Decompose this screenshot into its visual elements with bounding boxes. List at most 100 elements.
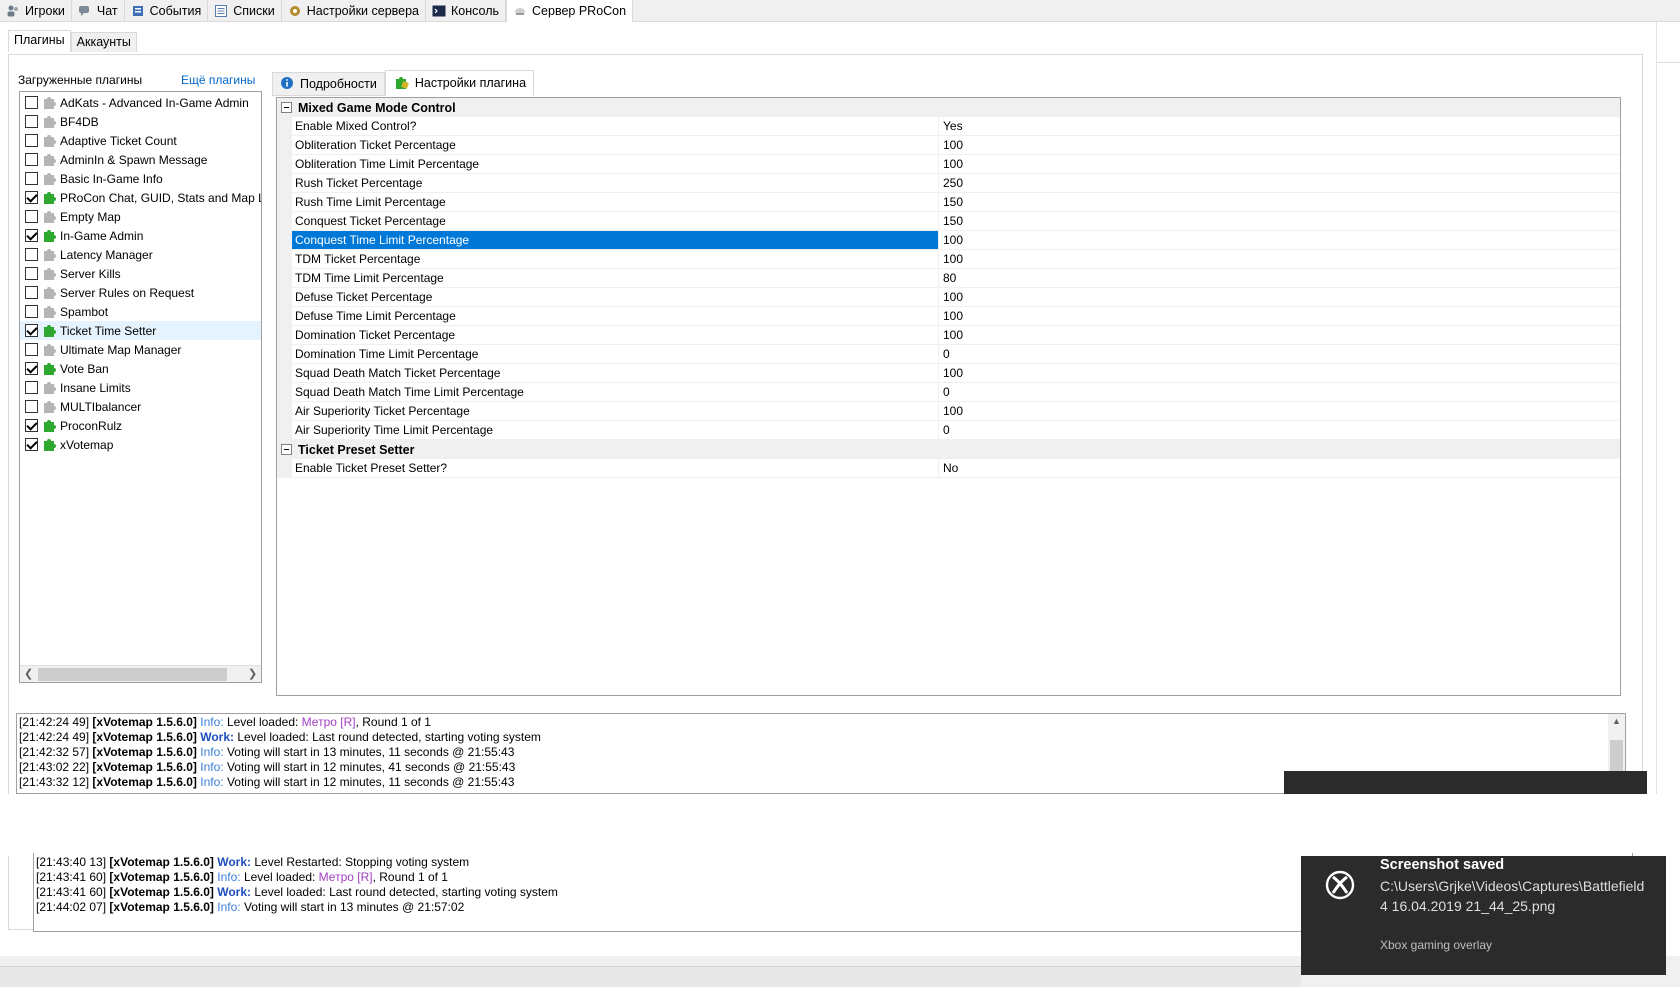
setting-value[interactable]: Yes (939, 117, 1620, 136)
plugin-item[interactable]: xVotemap (20, 435, 261, 454)
setting-name[interactable]: Defuse Time Limit Percentage (292, 307, 939, 326)
setting-row[interactable]: Conquest Time Limit Percentage 100 (277, 231, 1620, 250)
plugin-checkbox[interactable] (25, 210, 38, 223)
setting-name[interactable]: TDM Ticket Percentage (292, 250, 939, 269)
setting-row[interactable]: TDM Time Limit Percentage 80 (277, 269, 1620, 288)
setting-value[interactable]: No (939, 459, 1620, 478)
setting-name[interactable]: Squad Death Match Ticket Percentage (292, 364, 939, 383)
setting-name[interactable]: Domination Ticket Percentage (292, 326, 939, 345)
setting-row[interactable]: Squad Death Match Ticket Percentage 100 (277, 364, 1620, 383)
setting-name[interactable]: TDM Time Limit Percentage (292, 269, 939, 288)
plugin-checkbox[interactable] (25, 267, 38, 280)
plugin-checkbox[interactable] (25, 115, 38, 128)
setting-row[interactable]: Domination Time Limit Percentage 0 (277, 345, 1620, 364)
more-plugins-link[interactable]: Ещё плагины (181, 73, 255, 87)
setting-value[interactable]: 100 (939, 326, 1620, 345)
setting-value[interactable]: 0 (939, 421, 1620, 440)
plugin-checkbox[interactable] (25, 248, 38, 261)
setting-value[interactable]: 100 (939, 155, 1620, 174)
plugin-checkbox[interactable] (25, 172, 38, 185)
tab-players[interactable]: Игроки (0, 0, 72, 21)
plugin-checkbox[interactable] (25, 438, 38, 451)
tab-details[interactable]: Подробности (272, 72, 385, 96)
plugin-list[interactable]: AdKats - Advanced In-Game Admin BF4DB Adap… (19, 91, 262, 683)
setting-row[interactable]: Squad Death Match Time Limit Percentage 0 (277, 383, 1620, 402)
plugin-checkbox[interactable] (25, 343, 38, 356)
plugin-item[interactable]: Spambot (20, 302, 261, 321)
plugin-checkbox[interactable] (25, 153, 38, 166)
plugin-item[interactable]: Server Kills (20, 264, 261, 283)
plugin-settings-grid[interactable]: Mixed Game Mode Control Enable Mixed Cont… (276, 97, 1621, 696)
settings-group-header[interactable]: Ticket Preset Setter (277, 440, 1620, 459)
plugin-item[interactable]: In-Game Admin (20, 226, 261, 245)
setting-row[interactable]: Enable Ticket Preset Setter? No (277, 459, 1620, 478)
setting-name[interactable]: Rush Ticket Percentage (292, 174, 939, 193)
setting-value[interactable]: 100 (939, 307, 1620, 326)
plugin-checkbox[interactable] (25, 305, 38, 318)
screenshot-toast[interactable]: Screenshot saved C:\Users\Grjke\Videos\C… (1301, 856, 1666, 975)
plugin-item[interactable]: Adaptive Ticket Count (20, 131, 261, 150)
setting-name[interactable]: Air Superiority Time Limit Percentage (292, 421, 939, 440)
scroll-thumb[interactable] (38, 668, 227, 681)
plugin-item[interactable]: Basic In-Game Info (20, 169, 261, 188)
setting-row[interactable]: Defuse Time Limit Percentage 100 (277, 307, 1620, 326)
plugin-checkbox[interactable] (25, 229, 38, 242)
plugin-checkbox[interactable] (25, 96, 38, 109)
collapse-icon[interactable] (281, 102, 292, 113)
setting-value[interactable]: 80 (939, 269, 1620, 288)
setting-name[interactable]: Air Superiority Ticket Percentage (292, 402, 939, 421)
tab-console[interactable]: Консоль (426, 0, 507, 21)
plugin-item[interactable]: ProconRulz (20, 416, 261, 435)
setting-row[interactable]: Defuse Ticket Percentage 100 (277, 288, 1620, 307)
plugin-item[interactable]: Ultimate Map Manager (20, 340, 261, 359)
plugin-checkbox[interactable] (25, 191, 38, 204)
plugin-item[interactable]: Latency Manager (20, 245, 261, 264)
setting-row[interactable]: Air Superiority Ticket Percentage 100 (277, 402, 1620, 421)
setting-value[interactable]: 0 (939, 383, 1620, 402)
plugin-item[interactable]: AdKats - Advanced In-Game Admin (20, 93, 261, 112)
horizontal-scrollbar[interactable]: ❮ ❯ (20, 665, 261, 682)
setting-row[interactable]: Rush Time Limit Percentage 150 (277, 193, 1620, 212)
settings-group-header[interactable]: Mixed Game Mode Control (277, 98, 1620, 117)
plugin-item[interactable]: Empty Map (20, 207, 261, 226)
setting-row[interactable]: Enable Mixed Control? Yes (277, 117, 1620, 136)
plugin-item[interactable]: Server Rules on Request (20, 283, 261, 302)
setting-value[interactable]: 100 (939, 364, 1620, 383)
plugin-item[interactable]: BF4DB (20, 112, 261, 131)
plugin-item[interactable]: MULTIbalancer (20, 397, 261, 416)
setting-name[interactable]: Conquest Ticket Percentage (292, 212, 939, 231)
setting-row[interactable]: Obliteration Ticket Percentage 100 (277, 136, 1620, 155)
scroll-left-icon[interactable]: ❮ (24, 667, 33, 680)
setting-row[interactable]: TDM Ticket Percentage 100 (277, 250, 1620, 269)
collapse-icon[interactable] (281, 444, 292, 455)
plugin-checkbox[interactable] (25, 324, 38, 337)
scroll-right-icon[interactable]: ❯ (248, 667, 257, 680)
setting-value[interactable]: 150 (939, 212, 1620, 231)
plugin-item[interactable]: Vote Ban (20, 359, 261, 378)
setting-value[interactable]: 100 (939, 231, 1620, 250)
plugin-item[interactable]: Insane Limits (20, 378, 261, 397)
setting-value[interactable]: 100 (939, 288, 1620, 307)
setting-name[interactable]: Enable Ticket Preset Setter? (292, 459, 939, 478)
setting-row[interactable]: Rush Ticket Percentage 250 (277, 174, 1620, 193)
setting-name[interactable]: Domination Time Limit Percentage (292, 345, 939, 364)
tab-lists[interactable]: Списки (208, 0, 282, 21)
setting-name[interactable]: Defuse Ticket Percentage (292, 288, 939, 307)
setting-name[interactable]: Squad Death Match Time Limit Percentage (292, 383, 939, 402)
tab-accounts[interactable]: Аккаунты (70, 32, 137, 52)
plugin-item[interactable]: PRoCon Chat, GUID, Stats and Map Logger (20, 188, 261, 207)
setting-row[interactable]: Domination Ticket Percentage 100 (277, 326, 1620, 345)
tab-plugin-settings[interactable]: Настройки плагина (384, 70, 535, 96)
plugin-checkbox[interactable] (25, 419, 38, 432)
tab-chat[interactable]: Чат (71, 0, 125, 21)
plugin-checkbox[interactable] (25, 400, 38, 413)
setting-name[interactable]: Rush Time Limit Percentage (292, 193, 939, 212)
setting-value[interactable]: 250 (939, 174, 1620, 193)
plugin-item[interactable]: AdminIn & Spawn Message (20, 150, 261, 169)
setting-value[interactable]: 150 (939, 193, 1620, 212)
tab-events[interactable]: События (124, 0, 209, 21)
setting-name[interactable]: Obliteration Time Limit Percentage (292, 155, 939, 174)
plugin-checkbox[interactable] (25, 362, 38, 375)
scroll-up-icon[interactable]: ▲ (1612, 716, 1621, 726)
setting-name[interactable]: Enable Mixed Control? (292, 117, 939, 136)
